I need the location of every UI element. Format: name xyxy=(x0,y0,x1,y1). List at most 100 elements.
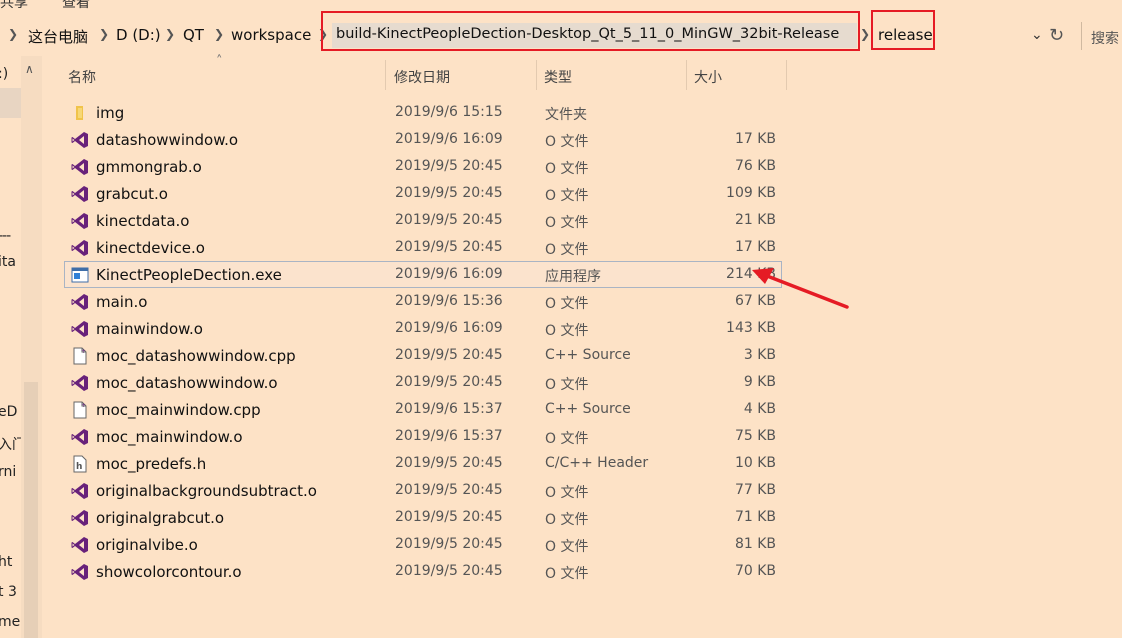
column-divider[interactable] xyxy=(536,60,537,90)
search-placeholder: 搜索 xyxy=(1091,31,1119,47)
nav-item[interactable]: eD xyxy=(0,404,17,420)
file-row[interactable]: + moc_datashowwindow.cpp 2019/9/5 20:45 C++… xyxy=(64,342,782,369)
chevron-right-icon[interactable]: ❯ xyxy=(214,27,224,41)
file-row[interactable]: KinectPeopleDection.exe 2019/9/6 16:09 应用程… xyxy=(64,261,782,288)
file-size: 17 KB xyxy=(734,131,776,147)
column-headers: ˄ 名称 修改日期 类型 大小 xyxy=(42,54,1122,92)
file-date-modified: 2019/9/5 20:45 xyxy=(395,374,503,390)
breadcrumb-this-pc[interactable]: 这台电脑 xyxy=(28,26,88,47)
file-date-modified: 2019/9/5 20:45 xyxy=(395,158,503,174)
file-type: O 文件 xyxy=(545,512,589,528)
file-date-modified: 2019/9/5 20:45 xyxy=(395,185,503,201)
chevron-down-icon[interactable]: ⌄ xyxy=(1031,27,1043,43)
chevron-right-icon[interactable]: ❯ xyxy=(8,27,18,41)
file-row[interactable]: + moc_mainwindow.cpp 2019/9/6 15:37 C++ Sou… xyxy=(64,396,782,423)
chevron-right-icon[interactable]: ❯ xyxy=(860,27,870,41)
nav-item[interactable]: :) xyxy=(0,66,8,82)
ribbon-tab-share[interactable]: 共享 xyxy=(0,0,28,12)
search-input[interactable]: 搜索 xyxy=(1081,22,1122,50)
file-type: O 文件 xyxy=(545,242,589,258)
nav-item[interactable]: me xyxy=(0,614,20,630)
nav-scrollbar-thumb[interactable] xyxy=(24,382,38,638)
sort-ascending-icon: ˄ xyxy=(216,54,223,69)
nav-item[interactable]: rni xyxy=(0,464,16,480)
file-row[interactable]: originalgrabcut.o 2019/9/5 20:45 O 文件 71 KB xyxy=(64,504,782,531)
annotation-arrow xyxy=(752,268,849,309)
file-date-modified: 2019/9/5 20:45 xyxy=(395,455,503,471)
nav-item[interactable]: ht xyxy=(0,554,12,570)
file-type: O 文件 xyxy=(545,188,589,204)
file-row[interactable]: moc_datashowwindow.o 2019/9/5 20:45 O 文件 9 … xyxy=(64,369,782,396)
file-date-modified: 2019/9/5 20:45 xyxy=(395,239,503,255)
file-date-modified: 2019/9/5 20:45 xyxy=(395,536,503,552)
nav-item[interactable]: ita xyxy=(0,254,16,270)
file-size: 71 KB xyxy=(734,509,776,525)
file-row[interactable]: showcolorcontour.o 2019/9/5 20:45 O 文件 70 K… xyxy=(64,558,782,585)
file-row[interactable]: datashowwindow.o 2019/9/6 16:09 O 文件 17 KB xyxy=(64,126,782,153)
file-row[interactable]: gmmongrab.o 2019/9/5 20:45 O 文件 76 KB xyxy=(64,153,782,180)
file-type: O 文件 xyxy=(545,377,589,393)
file-date-modified: 2019/9/5 20:45 xyxy=(395,347,503,363)
file-row[interactable]: h moc_predefs.h 2019/9/5 20:45 C/C++ Header… xyxy=(64,450,782,477)
file-size: 3 KB xyxy=(743,347,776,363)
vs-object-file-icon xyxy=(71,374,89,392)
file-date-modified: 2019/9/5 20:45 xyxy=(395,563,503,579)
file-name: img xyxy=(96,104,125,122)
scroll-up-icon[interactable]: ∧ xyxy=(25,62,34,76)
vs-object-file-icon xyxy=(71,158,89,176)
file-type: O 文件 xyxy=(545,296,589,312)
file-name: moc_mainwindow.cpp xyxy=(96,401,261,419)
file-type: O 文件 xyxy=(545,215,589,231)
column-header-size[interactable]: 大小 xyxy=(694,67,722,87)
vs-object-file-icon xyxy=(71,536,89,554)
file-size: 17 KB xyxy=(734,239,776,255)
vs-object-file-icon xyxy=(71,563,89,581)
file-type: O 文件 xyxy=(545,134,589,150)
refresh-icon[interactable]: ↻ xyxy=(1049,25,1064,46)
file-row[interactable]: originalvibe.o 2019/9/5 20:45 O 文件 81 KB xyxy=(64,531,782,558)
file-size: 75 KB xyxy=(734,428,776,444)
annotation-box-release xyxy=(871,10,935,50)
column-header-name[interactable]: 名称 xyxy=(68,67,96,87)
column-divider[interactable] xyxy=(686,60,687,90)
chevron-right-icon[interactable]: ❯ xyxy=(165,27,175,41)
breadcrumb-drive-d[interactable]: D (D:) xyxy=(116,26,161,44)
vs-object-file-icon xyxy=(71,320,89,338)
file-row[interactable]: moc_mainwindow.o 2019/9/6 15:37 O 文件 75 KB xyxy=(64,423,782,450)
file-row[interactable]: kinectdata.o 2019/9/5 20:45 O 文件 21 KB xyxy=(64,207,782,234)
navigation-pane[interactable]: :) --- ita eD 入门 rni ht t 3 me ∧ xyxy=(0,56,42,638)
file-row[interactable]: main.o 2019/9/6 15:36 O 文件 67 KB xyxy=(64,288,782,315)
column-header-type[interactable]: 类型 xyxy=(544,67,572,87)
svg-text:h: h xyxy=(76,462,82,472)
chevron-right-icon[interactable]: ❯ xyxy=(99,27,109,41)
file-name: originalbackgroundsubtract.o xyxy=(96,482,317,500)
cpp-source-file-icon: + xyxy=(71,347,89,365)
nav-selected-item[interactable] xyxy=(0,88,21,118)
vs-object-file-icon xyxy=(71,131,89,149)
folder-icon xyxy=(71,104,89,122)
address-bar[interactable]: ❯ 这台电脑 ❯ D (D:) ❯ QT ❯ workspace ❯ build… xyxy=(0,10,1122,54)
column-divider[interactable] xyxy=(786,60,787,90)
breadcrumb-qt[interactable]: QT xyxy=(183,26,204,44)
exe-application-icon xyxy=(71,266,89,284)
column-header-date[interactable]: 修改日期 xyxy=(394,67,450,87)
file-type: C++ Source xyxy=(545,347,631,363)
file-date-modified: 2019/9/5 20:45 xyxy=(395,482,503,498)
file-type: 应用程序 xyxy=(545,269,601,285)
ribbon-tab-view[interactable]: 查看 xyxy=(62,0,90,12)
file-row[interactable]: mainwindow.o 2019/9/6 16:09 O 文件 143 KB xyxy=(64,315,782,342)
column-divider[interactable] xyxy=(385,60,386,90)
file-row[interactable]: grabcut.o 2019/9/5 20:45 O 文件 109 KB xyxy=(64,180,782,207)
file-row[interactable]: originalbackgroundsubtract.o 2019/9/5 20:… xyxy=(64,477,782,504)
file-size: 9 KB xyxy=(743,374,776,390)
nav-item[interactable]: --- xyxy=(0,228,11,244)
nav-item[interactable]: t 3 xyxy=(0,584,17,600)
file-row[interactable]: kinectdevice.o 2019/9/5 20:45 O 文件 17 KB xyxy=(64,234,782,261)
breadcrumb-workspace[interactable]: workspace xyxy=(231,26,311,44)
file-list: img 2019/9/6 15:15 文件夹 datashowwindow.o 2019… xyxy=(64,99,784,585)
file-type: C/C++ Header xyxy=(545,455,649,471)
file-row[interactable]: img 2019/9/6 15:15 文件夹 xyxy=(64,99,782,126)
file-name: datashowwindow.o xyxy=(96,131,239,149)
file-name: main.o xyxy=(96,293,148,311)
file-type: O 文件 xyxy=(545,323,589,339)
